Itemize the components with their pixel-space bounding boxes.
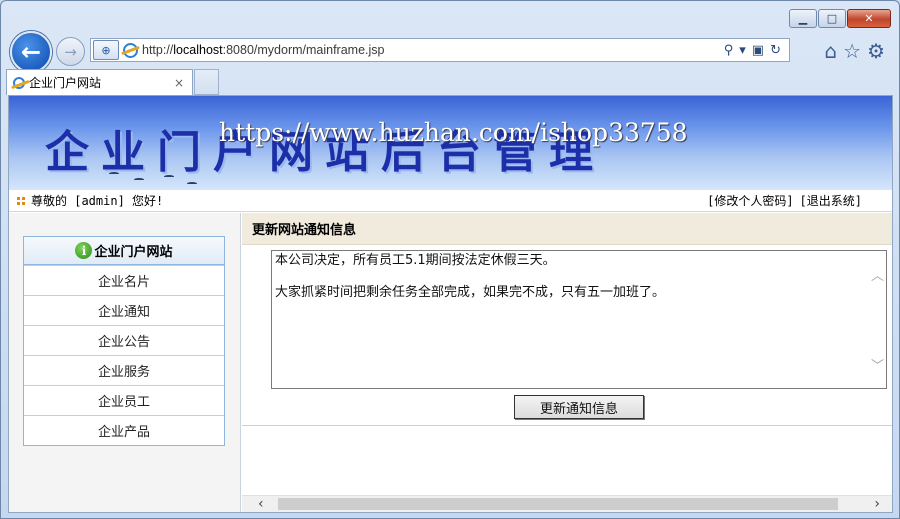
panel-title: 更新网站通知信息: [242, 213, 892, 245]
nav-menu: i 企业门户网站 企业名片 企业通知 企业公告 企业服务 企业员工 企业产品: [23, 236, 225, 446]
forward-arrow-icon: →: [64, 42, 77, 61]
bird-decoration: [109, 172, 119, 175]
watermark-text: https://www.huzhan.com/ishop33758: [219, 118, 688, 147]
home-icon[interactable]: ⌂: [824, 39, 837, 63]
bird-decoration: [187, 182, 197, 185]
user-bar: 尊敬的 [admin] 您好! [修改个人密码] [退出系统]: [9, 190, 892, 212]
close-window-button[interactable]: ✕: [847, 9, 891, 28]
update-notice-button[interactable]: 更新通知信息: [514, 395, 644, 419]
menu-item-services[interactable]: 企业服务: [24, 355, 224, 385]
bird-decoration: [134, 178, 144, 181]
left-sidebar: i 企业门户网站 企业名片 企业通知 企业公告 企业服务 企业员工 企业产品: [9, 213, 241, 512]
compatibility-view-button[interactable]: ⊕: [93, 40, 119, 60]
back-arrow-icon: ←: [20, 38, 42, 66]
scroll-up-icon[interactable]: ︿: [871, 265, 884, 284]
scroll-left-icon[interactable]: ‹: [258, 496, 264, 512]
search-icon[interactable]: ⚲: [724, 43, 734, 58]
notice-textarea[interactable]: 本公司决定，所有员工5.1期间按法定休假三天。 大家抓紧时间把剩余任务全部完成，…: [271, 250, 887, 389]
maximize-button[interactable]: □: [818, 9, 846, 28]
tab-enterprise-portal[interactable]: 企业门户网站 ×: [6, 69, 193, 95]
menu-item-business-card[interactable]: 企业名片: [24, 265, 224, 295]
bullet-icon: [17, 196, 25, 205]
favorites-star-icon[interactable]: ☆: [843, 39, 861, 63]
address-bar[interactable]: ⊕ http://localhost:8080/mydorm/mainframe…: [90, 38, 790, 62]
menu-item-employees[interactable]: 企业员工: [24, 385, 224, 415]
dropdown-arrow-icon[interactable]: ▾: [739, 43, 746, 58]
address-tools: ⚲ ▾ ▣ ↻: [724, 43, 789, 58]
menu-header: i 企业门户网站: [24, 237, 224, 265]
scroll-right-icon[interactable]: ›: [874, 496, 880, 512]
scroll-thumb[interactable]: [278, 498, 838, 510]
main-panel: 更新网站通知信息 本公司决定，所有员工5.1期间按法定休假三天。 大家抓紧时间把…: [242, 213, 892, 512]
compat-icon[interactable]: ▣: [752, 43, 764, 58]
tab-close-icon[interactable]: ×: [174, 76, 184, 90]
menu-item-products[interactable]: 企业产品: [24, 415, 224, 445]
minimize-button[interactable]: ▁: [789, 9, 817, 28]
menu-item-announcement[interactable]: 企业公告: [24, 325, 224, 355]
notice-scrollbar[interactable]: ︿ ﹀: [869, 251, 886, 388]
ie-page-icon: [123, 42, 138, 58]
refresh-icon[interactable]: ↻: [770, 43, 781, 58]
greeting-text: 尊敬的 [admin] 您好!: [31, 194, 164, 208]
user-links: [修改个人密码] [退出系统]: [707, 192, 862, 209]
ie-tab-icon: [13, 76, 25, 89]
bird-decoration: [164, 175, 174, 178]
browser-toolbar-icons: ⌂ ☆ ⚙: [824, 39, 885, 63]
back-button[interactable]: ←: [10, 31, 52, 73]
scroll-down-icon[interactable]: ﹀: [871, 355, 884, 374]
address-url[interactable]: http://localhost:8080/mydorm/mainframe.j…: [142, 43, 385, 57]
menu-header-label: 企业门户网站: [94, 245, 173, 260]
new-tab-button[interactable]: [194, 69, 219, 95]
menu-item-notice[interactable]: 企业通知: [24, 295, 224, 325]
info-icon: i: [75, 242, 93, 259]
notice-text[interactable]: 本公司决定，所有员工5.1期间按法定休假三天。 大家抓紧时间把剩余任务全部完成，…: [275, 253, 855, 301]
browser-window: ▁ □ ✕ ← → ⊕ http://localhost:8080/mydorm…: [0, 0, 900, 519]
tab-title: 企业门户网站: [29, 76, 102, 90]
header-banner: 企业门户网站后台管理 https://www.huzhan.com/ishop3…: [9, 96, 892, 190]
divider: [242, 425, 892, 426]
settings-gear-icon[interactable]: ⚙: [867, 39, 885, 63]
tab-strip: 企业门户网站 ×: [1, 68, 900, 95]
forward-button[interactable]: →: [56, 37, 85, 66]
horizontal-scrollbar[interactable]: ‹ ›: [242, 495, 892, 512]
page-viewport: 企业门户网站后台管理 https://www.huzhan.com/ishop3…: [8, 95, 893, 513]
logout-link[interactable]: [退出系统]: [800, 192, 862, 209]
window-controls: ▁ □ ✕: [789, 9, 891, 28]
change-password-link[interactable]: [修改个人密码]: [707, 192, 793, 209]
plus-shield-icon: ⊕: [101, 43, 111, 57]
